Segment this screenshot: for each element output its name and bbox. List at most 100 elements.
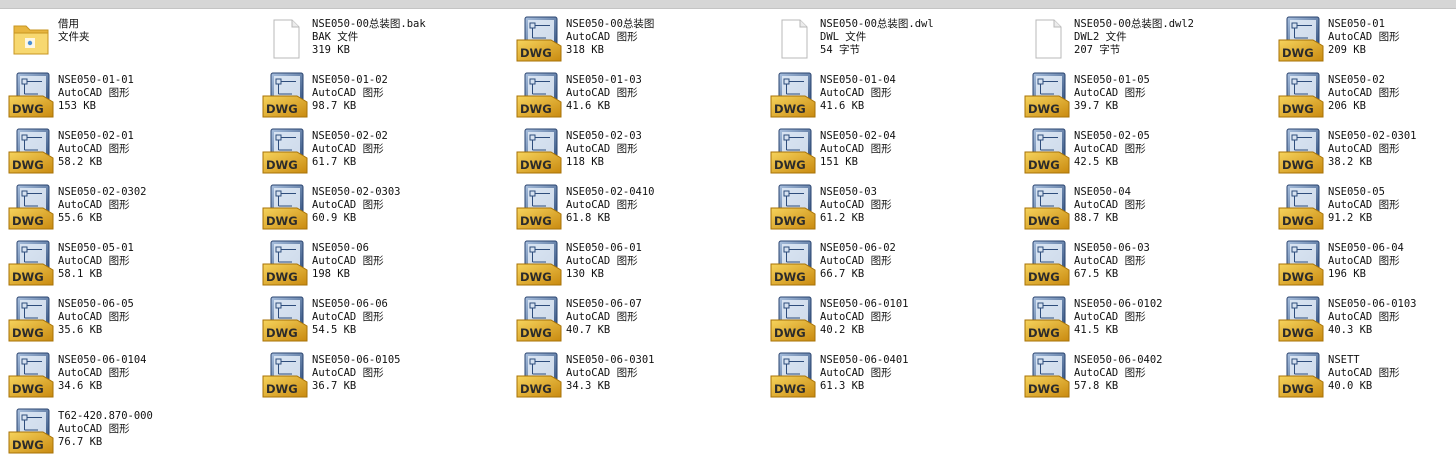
file-size: 91.2 KB <box>1328 212 1373 224</box>
file-item[interactable]: DWG NSE050-06 AutoCAD 图形 198 KB <box>254 236 508 292</box>
file-size: 130 KB <box>566 268 604 280</box>
file-item[interactable]: DWG T62-420.870-000 AutoCAD 图形 76.7 KB <box>0 404 254 460</box>
file-item[interactable]: DWG NSE050-02-0410 AutoCAD 图形 61.8 KB <box>508 180 762 236</box>
file-item[interactable]: DWG NSE050-02-01 AutoCAD 图形 58.2 KB <box>0 124 254 180</box>
file-item[interactable]: DWG NSE050-01-01 AutoCAD 图形 153 KB <box>0 68 254 124</box>
file-name: NSE050-01 <box>1328 18 1385 30</box>
dwg-badge-label: DWG <box>1282 46 1314 60</box>
dwg-badge-label: DWG <box>12 102 44 116</box>
dwg-badge-label: DWG <box>520 46 552 60</box>
dwg-badge-label: DWG <box>520 102 552 116</box>
file-details: 借用 文件夹 <box>58 18 90 44</box>
dwg-badge-label: DWG <box>1282 270 1314 284</box>
file-type: AutoCAD 图形 <box>312 367 384 379</box>
file-item[interactable]: DWG NSE050-06-03 AutoCAD 图形 67.5 KB <box>1016 236 1270 292</box>
file-size: 40.0 KB <box>1328 380 1373 392</box>
file-item[interactable]: DWG NSE050-01 AutoCAD 图形 209 KB <box>1270 12 1456 68</box>
file-item[interactable]: DWG NSE050-02-04 AutoCAD 图形 151 KB <box>762 124 1016 180</box>
file-item[interactable]: DWG NSE050-06-05 AutoCAD 图形 35.6 KB <box>0 292 254 348</box>
file-type: AutoCAD 图形 <box>58 199 130 211</box>
file-item[interactable]: NSE050-00总装图.bak BAK 文件 319 KB <box>254 12 508 68</box>
file-type: AutoCAD 图形 <box>312 311 384 323</box>
file-name: NSE050-01-02 <box>312 74 388 86</box>
file-item[interactable]: DWG NSE050-06-0102 AutoCAD 图形 41.5 KB <box>1016 292 1270 348</box>
file-details: NSE050-06-05 AutoCAD 图形 35.6 KB <box>58 298 134 337</box>
file-type: AutoCAD 图形 <box>58 143 130 155</box>
file-size: 76.7 KB <box>58 436 103 448</box>
file-item[interactable]: DWG NSE050-02-0301 AutoCAD 图形 38.2 KB <box>1270 124 1456 180</box>
file-details: NSE050-06-0401 AutoCAD 图形 61.3 KB <box>820 354 909 393</box>
file-type: AutoCAD 图形 <box>1074 87 1146 99</box>
file-details: NSE050-02-02 AutoCAD 图形 61.7 KB <box>312 130 388 169</box>
file-item[interactable]: DWG NSE050-06-04 AutoCAD 图形 196 KB <box>1270 236 1456 292</box>
file-details: NSE050-06-0402 AutoCAD 图形 57.8 KB <box>1074 354 1163 393</box>
file-item[interactable]: DWG NSE050-04 AutoCAD 图形 88.7 KB <box>1016 180 1270 236</box>
dwg-file-icon: DWG <box>1024 72 1070 118</box>
file-item[interactable]: NSE050-00总装图.dwl DWL 文件 54 字节 <box>762 12 1016 68</box>
file-name: NSE050-06-0101 <box>820 298 909 310</box>
file-name: NSE050-02-05 <box>1074 130 1150 142</box>
dwg-file-icon: DWG <box>8 240 54 286</box>
file-item[interactable]: DWG NSE050-00总装图 AutoCAD 图形 318 KB <box>508 12 762 68</box>
file-item[interactable]: DWG NSE050-06-02 AutoCAD 图形 66.7 KB <box>762 236 1016 292</box>
file-item[interactable]: 借用 文件夹 <box>0 12 254 68</box>
file-item[interactable]: DWG NSE050-05 AutoCAD 图形 91.2 KB <box>1270 180 1456 236</box>
file-item[interactable]: DWG NSE050-02-03 AutoCAD 图形 118 KB <box>508 124 762 180</box>
dwg-file-icon: DWG <box>516 16 562 62</box>
file-item[interactable]: DWG NSE050-01-04 AutoCAD 图形 41.6 KB <box>762 68 1016 124</box>
dwg-file-icon: DWG <box>770 184 816 230</box>
file-name: NSE050-06 <box>312 242 369 254</box>
file-details: NSE050-06-0105 AutoCAD 图形 36.7 KB <box>312 354 401 393</box>
dwg-badge-label: DWG <box>1282 326 1314 340</box>
file-name: NSE050-06-02 <box>820 242 896 254</box>
file-details: NSE050-05-01 AutoCAD 图形 58.1 KB <box>58 242 134 281</box>
file-item[interactable]: DWG NSE050-02-05 AutoCAD 图形 42.5 KB <box>1016 124 1270 180</box>
file-details: T62-420.870-000 AutoCAD 图形 76.7 KB <box>58 410 153 449</box>
file-item[interactable]: DWG NSE050-06-0103 AutoCAD 图形 40.3 KB <box>1270 292 1456 348</box>
file-item[interactable]: DWG NSE050-05-01 AutoCAD 图形 58.1 KB <box>0 236 254 292</box>
file-item[interactable]: DWG NSE050-06-06 AutoCAD 图形 54.5 KB <box>254 292 508 348</box>
file-item[interactable]: DWG NSE050-03 AutoCAD 图形 61.2 KB <box>762 180 1016 236</box>
file-item[interactable]: DWG NSE050-06-0101 AutoCAD 图形 40.2 KB <box>762 292 1016 348</box>
file-item[interactable]: DWG NSETT AutoCAD 图形 40.0 KB <box>1270 348 1456 404</box>
file-item[interactable]: DWG NSE050-02-0303 AutoCAD 图形 60.9 KB <box>254 180 508 236</box>
file-size: 54.5 KB <box>312 324 357 336</box>
file-item[interactable]: DWG NSE050-01-03 AutoCAD 图形 41.6 KB <box>508 68 762 124</box>
dwg-badge-label: DWG <box>266 158 298 172</box>
file-type: AutoCAD 图形 <box>820 311 892 323</box>
file-item[interactable]: DWG NSE050-06-0402 AutoCAD 图形 57.8 KB <box>1016 348 1270 404</box>
dwg-badge-label: DWG <box>12 158 44 172</box>
file-name: NSETT <box>1328 354 1360 366</box>
file-item[interactable]: DWG NSE050-01-02 AutoCAD 图形 98.7 KB <box>254 68 508 124</box>
file-item[interactable]: DWG NSE050-06-0105 AutoCAD 图形 36.7 KB <box>254 348 508 404</box>
file-item[interactable]: DWG NSE050-06-0104 AutoCAD 图形 34.6 KB <box>0 348 254 404</box>
file-type: AutoCAD 图形 <box>58 367 130 379</box>
file-item[interactable]: NSE050-00总装图.dwl2 DWL2 文件 207 字节 <box>1016 12 1270 68</box>
file-size: 41.6 KB <box>820 100 865 112</box>
file-type: AutoCAD 图形 <box>566 255 638 267</box>
file-name: NSE050-06-07 <box>566 298 642 310</box>
file-name: NSE050-02-0410 <box>566 186 655 198</box>
file-item[interactable]: DWG NSE050-06-0301 AutoCAD 图形 34.3 KB <box>508 348 762 404</box>
file-size: 58.1 KB <box>58 268 103 280</box>
file-item[interactable]: DWG NSE050-06-0401 AutoCAD 图形 61.3 KB <box>762 348 1016 404</box>
file-size: 38.2 KB <box>1328 156 1373 168</box>
dwg-file-icon: DWG <box>1278 72 1324 118</box>
file-item[interactable]: DWG NSE050-02 AutoCAD 图形 206 KB <box>1270 68 1456 124</box>
file-details: NSE050-06-0102 AutoCAD 图形 41.5 KB <box>1074 298 1163 337</box>
blank-file-icon <box>770 16 816 62</box>
file-details: NSE050-06-0101 AutoCAD 图形 40.2 KB <box>820 298 909 337</box>
dwg-badge-label: DWG <box>520 214 552 228</box>
file-type: AutoCAD 图形 <box>312 255 384 267</box>
file-details: NSE050-06-01 AutoCAD 图形 130 KB <box>566 242 642 281</box>
file-item[interactable]: DWG NSE050-06-01 AutoCAD 图形 130 KB <box>508 236 762 292</box>
dwg-file-icon: DWG <box>1278 352 1324 398</box>
dwg-file-icon: DWG <box>262 240 308 286</box>
file-item[interactable]: DWG NSE050-02-0302 AutoCAD 图形 55.6 KB <box>0 180 254 236</box>
file-item[interactable]: DWG NSE050-02-02 AutoCAD 图形 61.7 KB <box>254 124 508 180</box>
file-type: AutoCAD 图形 <box>1328 255 1400 267</box>
file-name: NSE050-02-0303 <box>312 186 401 198</box>
file-item[interactable]: DWG NSE050-01-05 AutoCAD 图形 39.7 KB <box>1016 68 1270 124</box>
dwg-badge-label: DWG <box>520 326 552 340</box>
file-item[interactable]: DWG NSE050-06-07 AutoCAD 图形 40.7 KB <box>508 292 762 348</box>
